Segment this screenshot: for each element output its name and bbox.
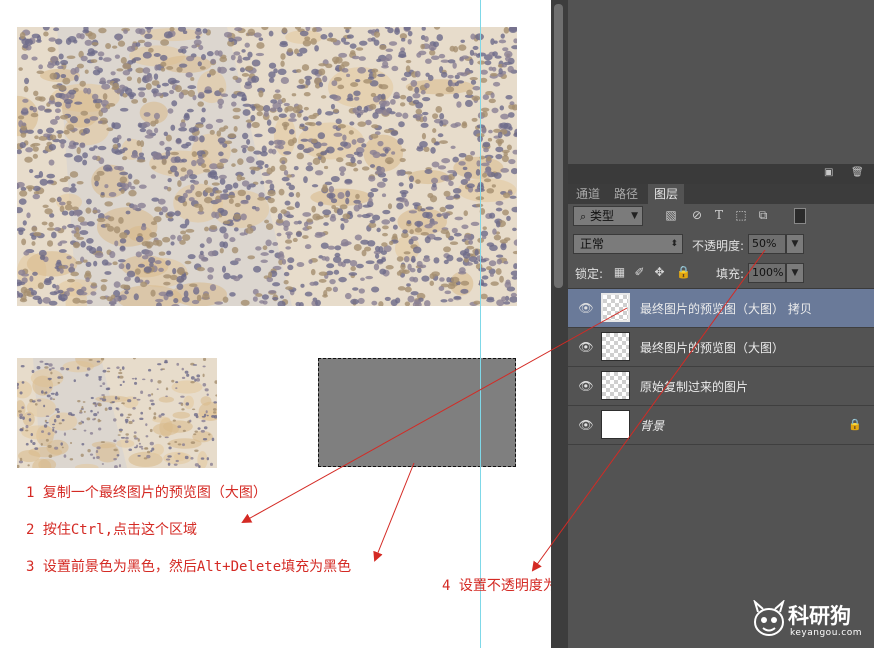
layer-row[interactable]: 👁 背景 🔒 xyxy=(568,406,874,445)
image-icon[interactable]: ▧ xyxy=(664,208,678,222)
tab-paths[interactable]: 路径 xyxy=(608,184,644,204)
layer-thumbnail xyxy=(601,293,630,322)
fill-field[interactable]: 100% xyxy=(748,263,786,283)
lock-all-icon[interactable]: 🔒 xyxy=(676,266,691,279)
layer-row[interactable]: 👁 最终图片的预览图（大图） 拷贝 xyxy=(568,289,874,328)
panel-top-bar: ▣ 🗑 xyxy=(568,164,874,184)
watermark-logo: 科研狗 keyangou.com xyxy=(752,598,867,642)
opacity-label: 不透明度: xyxy=(692,239,745,253)
lock-transparent-icon[interactable]: ▦ xyxy=(613,266,626,279)
tissue-image-large xyxy=(17,27,517,306)
chevron-down-icon: ▼ xyxy=(631,211,638,221)
panel-scrollbar[interactable] xyxy=(554,4,563,288)
layer-name[interactable]: 最终图片的预览图（大图） xyxy=(640,339,784,356)
lock-paint-icon[interactable]: ✐ xyxy=(633,266,646,279)
filter-type-label: 类型 xyxy=(590,209,615,223)
blend-mode-dropdown[interactable]: 正常 ⬍ xyxy=(573,234,683,254)
layer-name[interactable]: 背景 xyxy=(640,417,664,434)
lock-label: 锁定: xyxy=(575,267,604,281)
chevron-updown-icon: ⬍ xyxy=(670,239,678,249)
lock-move-icon[interactable]: ✥ xyxy=(653,266,666,279)
layer-row[interactable]: 👁 最终图片的预览图（大图） xyxy=(568,328,874,367)
layers-panel-area: ▣ 🗑 通道 路径 图层 ⌕ 类型 ▼ ▧ ⊘ T ⬚ ⧉ 正常 ⬍ 不透明度:… xyxy=(551,0,874,648)
filter-type-dropdown[interactable]: ⌕ 类型 ▼ xyxy=(573,206,643,226)
search-icon: ⌕ xyxy=(580,210,587,223)
layer-thumbnail xyxy=(601,410,630,439)
opacity-dropdown-button[interactable]: ▼ xyxy=(786,234,804,254)
smart-object-icon[interactable]: ⧉ xyxy=(756,208,770,222)
tissue-image-small xyxy=(17,358,217,468)
eye-icon[interactable]: 👁 xyxy=(578,418,594,432)
layer-thumbnail xyxy=(601,371,630,400)
trash-icon[interactable]: 🗑 xyxy=(851,168,864,178)
watermark-name: 科研狗 xyxy=(788,604,851,628)
layers-panel: ▣ 🗑 通道 路径 图层 ⌕ 类型 ▼ ▧ ⊘ T ⬚ ⧉ 正常 ⬍ 不透明度:… xyxy=(568,0,874,648)
instruction-step-3: 3 设置前景色为黑色，然后Alt+Delete填充为黑色 xyxy=(26,559,352,575)
blend-mode-value: 正常 xyxy=(580,237,605,251)
tab-channels[interactable]: 通道 xyxy=(570,184,606,204)
layer-row[interactable]: 👁 原始复制过来的图片 xyxy=(568,367,874,406)
fill-dropdown-button[interactable]: ▼ xyxy=(786,263,804,283)
eye-icon[interactable]: 👁 xyxy=(578,301,594,315)
brush-icon[interactable]: ⊘ xyxy=(690,208,704,222)
dog-logo-icon xyxy=(753,600,785,636)
layer-thumbnail xyxy=(601,332,630,361)
panel-scroll-strip xyxy=(551,0,568,648)
eye-icon[interactable]: 👁 xyxy=(578,379,594,393)
tab-layers[interactable]: 图层 xyxy=(648,184,685,204)
shape-icon[interactable]: ⬚ xyxy=(734,208,748,222)
eye-icon[interactable]: 👁 xyxy=(578,340,594,354)
guide-line[interactable] xyxy=(480,0,481,648)
panel-tabs: 通道 路径 图层 xyxy=(568,184,874,204)
watermark-url: keyangou.com xyxy=(790,628,862,638)
fill-label: 填充: xyxy=(716,267,745,281)
opacity-field[interactable]: 50% xyxy=(748,234,786,254)
document-canvas[interactable]: 1 复制一个最终图片的预览图（大图） 2 按住Ctrl,点击这个区域 3 设置前… xyxy=(0,0,551,648)
layer-name[interactable]: 最终图片的预览图（大图） 拷贝 xyxy=(640,300,812,317)
text-icon[interactable]: T xyxy=(712,208,726,222)
layer-name[interactable]: 原始复制过来的图片 xyxy=(640,378,748,395)
filter-toggle-icon[interactable] xyxy=(794,208,806,224)
instruction-step-1: 1 复制一个最终图片的预览图（大图） xyxy=(26,485,267,501)
instruction-step-2: 2 按住Ctrl,点击这个区域 xyxy=(26,522,198,538)
selection-region[interactable] xyxy=(318,358,516,467)
new-doc-icon[interactable]: ▣ xyxy=(824,168,834,178)
lock-icon: 🔒 xyxy=(848,418,862,431)
